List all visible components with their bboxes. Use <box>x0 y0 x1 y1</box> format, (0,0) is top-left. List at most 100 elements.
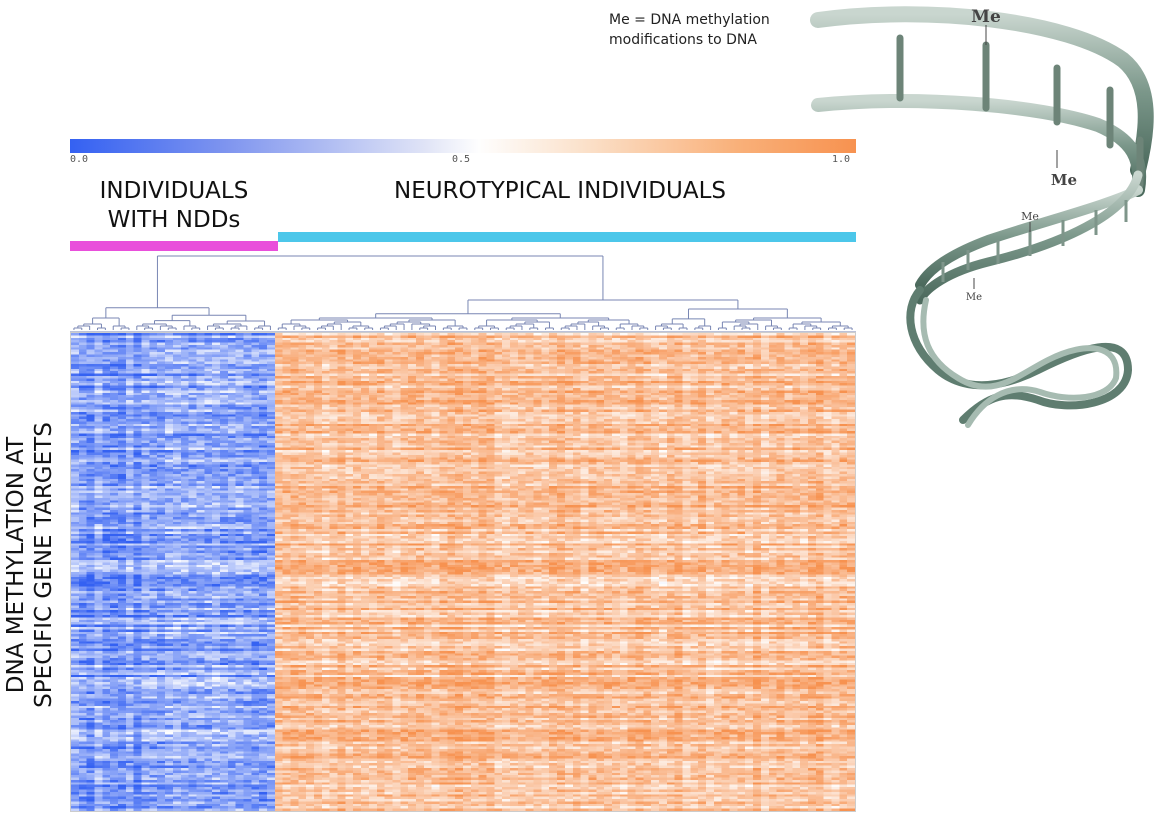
heatmap-cell <box>157 395 166 398</box>
heatmap-cell <box>172 612 182 616</box>
heatmap-cell <box>219 794 229 798</box>
heatmap-cell <box>188 421 198 425</box>
heatmap-cell <box>94 631 103 635</box>
heatmap-cell <box>227 543 237 547</box>
heatmap-cell <box>235 383 245 386</box>
heatmap-cell <box>165 564 174 568</box>
heatmap-cell <box>78 758 88 762</box>
heatmap-cell <box>78 390 88 394</box>
heatmap-cell <box>94 662 103 666</box>
heatmap-cell <box>118 748 127 752</box>
heatmap-cell <box>157 588 166 592</box>
heatmap-cell <box>110 435 119 439</box>
heatmap-cell <box>204 767 213 771</box>
heatmap-cell <box>219 636 229 640</box>
heatmap-cell <box>110 419 119 422</box>
heatmap-cell <box>86 772 96 776</box>
heatmap-cell <box>141 517 150 520</box>
heatmap-cell <box>212 433 221 437</box>
heatmap-cell <box>188 643 198 647</box>
heatmap-cell <box>133 505 143 508</box>
heatmap-cell <box>102 624 111 628</box>
heatmap-cell <box>212 579 221 582</box>
heatmap-cell <box>125 562 135 566</box>
heatmap-cell <box>133 450 143 453</box>
heatmap-cell <box>102 598 111 602</box>
heatmap-cell <box>141 426 150 429</box>
heatmap-cell <box>180 696 190 700</box>
heatmap-cell <box>227 696 237 700</box>
heatmap-cell <box>149 641 158 645</box>
heatmap-cell <box>133 691 143 695</box>
heatmap-cell <box>78 777 88 781</box>
heatmap-cell <box>133 581 143 585</box>
heatmap-cell <box>125 732 135 735</box>
heatmap-cell <box>227 727 237 731</box>
heatmap-cell <box>102 681 111 685</box>
heatmap-cell <box>133 753 143 757</box>
heatmap-cell <box>251 352 260 355</box>
heatmap-cell <box>86 576 96 580</box>
heatmap-cell <box>243 521 252 525</box>
heatmap-cell <box>204 591 213 594</box>
heatmap-cell <box>141 464 150 468</box>
heatmap-cell <box>110 746 119 750</box>
heatmap-cell <box>188 342 198 346</box>
heatmap-cell <box>78 710 88 714</box>
heatmap-cell <box>125 772 135 776</box>
heatmap-cell <box>219 347 229 351</box>
heatmap-cell <box>196 490 205 494</box>
heatmap-cell <box>204 650 213 654</box>
heatmap-cell <box>204 796 213 800</box>
heatmap-cell <box>165 665 174 668</box>
heatmap-cell <box>110 356 119 360</box>
heatmap-cell <box>243 572 252 575</box>
heatmap-cell <box>180 806 190 810</box>
heatmap-cell <box>86 474 96 477</box>
heatmap-cell <box>196 471 205 475</box>
heatmap-cell <box>118 507 127 511</box>
heatmap-cell <box>180 727 190 731</box>
heatmap-cell <box>133 380 143 384</box>
heatmap-cell <box>172 775 182 778</box>
heatmap-cell <box>78 438 88 441</box>
heatmap-cell <box>102 474 111 477</box>
heatmap-cell <box>204 397 213 401</box>
heatmap-cell <box>110 684 119 688</box>
heatmap-cell <box>172 779 182 783</box>
heatmap-cell <box>251 359 260 363</box>
heatmap-cell <box>133 607 143 611</box>
heatmap-cell <box>86 791 96 795</box>
heatmap-cell <box>165 333 174 336</box>
heatmap-cell <box>204 717 213 721</box>
heatmap-cell <box>165 643 174 647</box>
heatmap-cell <box>188 450 198 453</box>
heatmap-cell <box>125 583 135 587</box>
heatmap-cell <box>102 586 111 590</box>
heatmap-cell <box>110 364 119 367</box>
heatmap-cell <box>157 392 166 396</box>
heatmap-cell <box>157 452 166 456</box>
heatmap-cell <box>235 533 245 537</box>
heatmap-cell <box>235 767 245 771</box>
heatmap-cell <box>157 720 166 723</box>
heatmap-cell <box>102 466 111 470</box>
heatmap-cell <box>102 607 111 611</box>
heatmap-cell <box>157 636 166 640</box>
heatmap-cell <box>172 430 182 434</box>
heatmap-cell <box>110 550 119 554</box>
heatmap-cell <box>212 677 221 680</box>
heatmap-cell <box>212 760 221 764</box>
heatmap-cell <box>235 407 245 410</box>
heatmap-cell <box>157 572 166 575</box>
heatmap-cell <box>149 495 158 499</box>
heatmap-cell <box>141 493 150 496</box>
heatmap-cell <box>180 775 190 778</box>
heatmap-cell <box>141 732 150 735</box>
heatmap-cell <box>180 478 190 482</box>
heatmap-cell <box>125 397 135 401</box>
heatmap-cell <box>71 397 80 401</box>
heatmap-cell <box>157 462 166 465</box>
heatmap-cell <box>251 356 260 360</box>
heatmap-cell <box>251 426 260 429</box>
